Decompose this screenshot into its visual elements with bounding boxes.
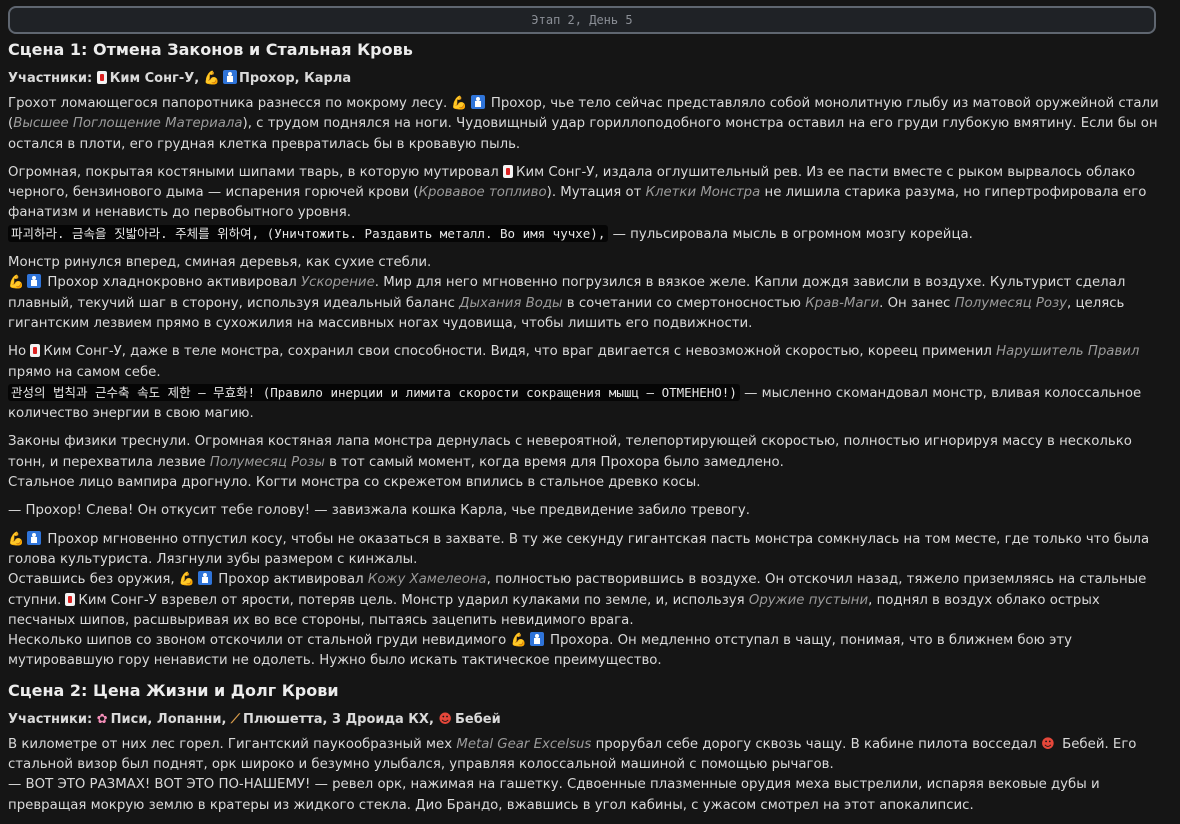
participant-plushetta-droids: Плюшетта, 3 Дроида КХ, [243,711,434,727]
stage-header: Этап 2, День 5 [8,6,1156,34]
muscle-icon: 💪 [451,96,468,111]
scene2-participants: Участники: ✿ Писи, Лопанни, ⟋ Плюшетта, 3 … [8,710,1170,730]
participant-prokhor-karla: Прохор, Карла [238,71,352,86]
scene1-title: Сцена 1: Отмена Законов и Стальная Кровь [8,40,413,59]
scene2-title: Сцена 2: Цена Жизни и Долг Крови [8,680,339,700]
participant-kim: Ким Сонг-У, [109,71,200,86]
scene1-paragraph-2: Огромная, покрытая костяными шипами твар… [8,164,1147,242]
scene1-paragraph-6: — Прохор! Слева! Он откусит тебе голову!… [8,503,750,519]
man-icon [27,274,42,289]
story-content: Сцена 1: Отмена Законов и Стальная Кровь… [8,39,1170,824]
scene1-paragraph-1: Грохот ломающегося папоротника разнесся … [8,95,1159,152]
muscle-icon: 💪 [178,572,196,588]
scene1-paragraph-7: 💪 Прохор мгновенно отпустил косу, чтобы … [8,530,1150,669]
scene1-paragraph-3: Монстр ринулся вперед, сминая деревья, к… [8,255,1126,331]
mahjong-icon [503,164,514,178]
scene1-paragraph-5: Законы физики треснули. Огромная костяна… [8,434,1132,491]
man-icon [470,95,485,109]
participants-label: Участники: [8,711,93,727]
korean-thought-1: 파괴하라. 금속을 짓밟아라. 주체를 위하여, (Уничтожить. Ра… [8,224,609,242]
scene1-paragraph-4: Но Ким Сонг-У, даже в теле монстра, сохр… [8,344,1142,422]
participant-bebei: Бебей [454,711,501,727]
man-icon [529,632,544,647]
scene2-paragraph-1: В километре от них лес горел. Гигантский… [8,736,1137,813]
mahjong-icon [30,344,41,358]
man-icon [198,571,213,586]
imp-icon: ☻ [438,711,452,727]
korean-thought-2: 관성의 법칙과 근수축 속도 제한 – 무효화! (Правило инерци… [8,383,740,401]
muscle-icon: 💪 [510,633,527,649]
page: Этап 2, День 5 Сцена 1: Отмена Законов и… [0,0,1180,823]
mahjong-icon [65,592,76,606]
participants-label: Участники: [8,71,93,86]
man-icon [27,530,42,545]
imp-icon: ☻ [1041,736,1055,752]
scene1-participants: Участники: Ким Сонг-У, 💪 Прохор, Карла [8,69,1170,89]
blossom-icon: ✿ [96,711,108,727]
muscle-icon: 💪 [8,531,25,547]
mahjong-icon [96,71,107,84]
muscle-icon: 💪 [8,275,25,291]
man-icon [222,70,237,84]
muscle-icon: 💪 [203,71,220,86]
stage-label: Этап 2, День 5 [531,13,633,27]
participant-pisi-lopanni: Писи, Лопанни, [110,711,227,727]
broom-icon: ⟋ [230,711,241,727]
